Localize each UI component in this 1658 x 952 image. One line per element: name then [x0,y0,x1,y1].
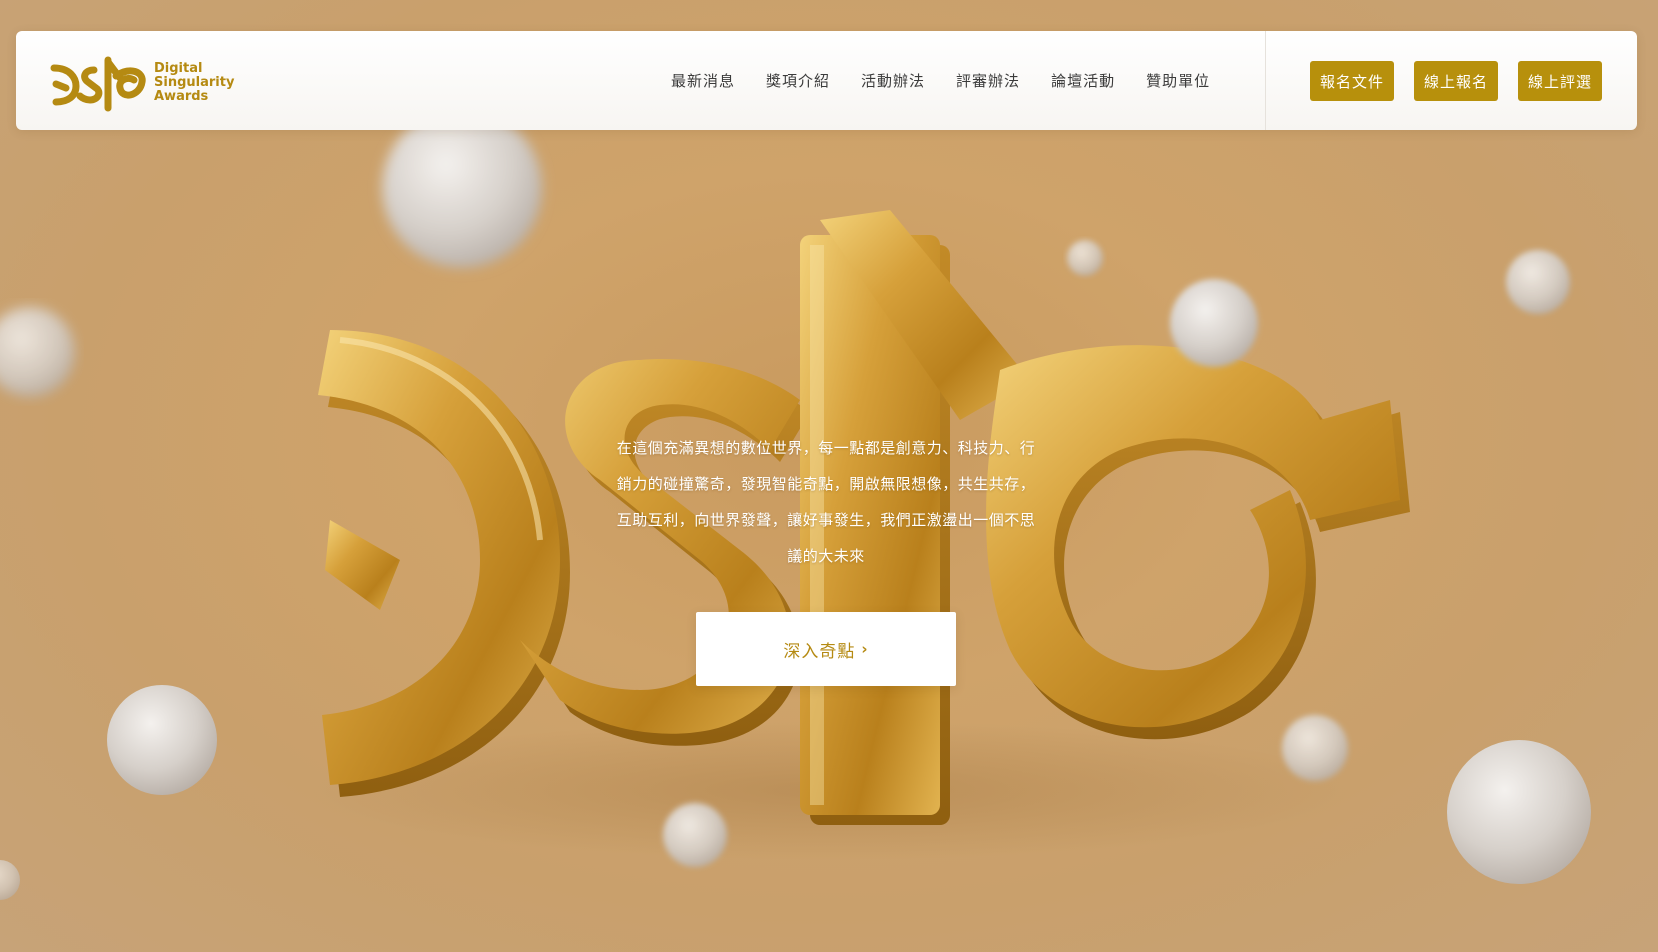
nav-divider [1265,31,1266,130]
online-register-button[interactable]: 線上報名 [1414,61,1498,101]
nav-judging-rules[interactable]: 評審辦法 [956,70,1020,91]
chevron-right-icon: › [861,640,869,658]
hero-intro-text: 在這個充滿異想的數位世界，每一點都是創意力、科技力、行 銷力的碰撞驚奇，發現智能… [604,430,1048,574]
top-navbar: Digital Singularity Awards 最新消息 獎項介紹 活動辦… [16,31,1637,130]
brand-name: Digital Singularity Awards [154,62,234,104]
hero-section: 在這個充滿異想的數位世界，每一點都是創意力、科技力、行 銷力的碰撞驚奇，發現智能… [0,0,1658,952]
online-review-button[interactable]: 線上評選 [1518,61,1602,101]
hero-intro-line: 銷力的碰撞驚奇，發現智能奇點，開啟無限想像，共生共存， [616,475,1036,493]
registration-docs-button[interactable]: 報名文件 [1310,61,1394,101]
nav-forum-events[interactable]: 論壇活動 [1051,70,1115,91]
main-nav: 最新消息 獎項介紹 活動辦法 評審辦法 論壇活動 贊助單位 [671,31,1241,130]
nav-event-rules[interactable]: 活動辦法 [861,70,925,91]
nav-awards-intro[interactable]: 獎項介紹 [766,70,830,91]
dsa-logo-icon [50,56,146,112]
nav-sponsors[interactable]: 贊助單位 [1146,70,1210,91]
brand-name-line: Digital [154,61,203,76]
explore-singularity-button[interactable]: 深入奇點 › [696,612,956,686]
brand-name-line: Singularity [154,75,235,90]
cta-label: 深入奇點 [783,641,856,662]
hero-intro-line: 互助互利，向世界發聲，讓好事發生，我們正激盪出一個不思 [616,511,1036,529]
brand-logo[interactable]: Digital Singularity Awards [50,53,250,113]
hero-intro-line: 議的大未來 [787,547,865,565]
hero-intro-line: 在這個充滿異想的數位世界，每一點都是創意力、科技力、行 [616,439,1036,457]
brand-name-line: Awards [154,89,209,104]
nav-latest-news[interactable]: 最新消息 [671,70,735,91]
